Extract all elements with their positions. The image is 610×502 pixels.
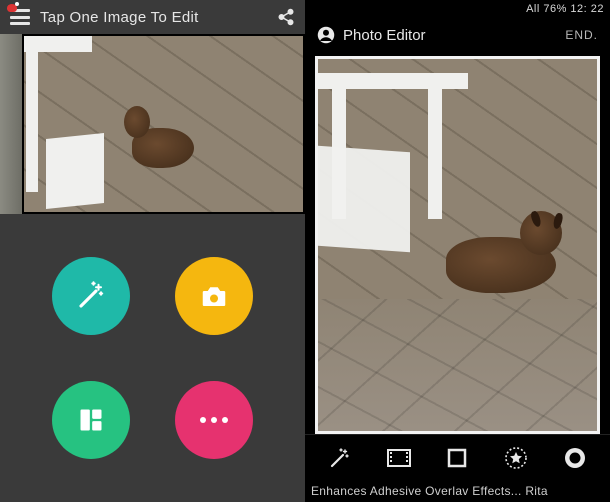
editor-title: Photo Editor bbox=[343, 27, 565, 44]
hamburger-menu-icon[interactable] bbox=[10, 9, 30, 25]
preview-area bbox=[305, 52, 610, 434]
collage-icon bbox=[77, 406, 105, 434]
more-dots-icon bbox=[200, 417, 228, 423]
tool-strip bbox=[305, 434, 610, 480]
share-icon[interactable] bbox=[277, 8, 295, 26]
crop-square-icon bbox=[446, 447, 468, 469]
thumbnail-strip bbox=[0, 34, 305, 214]
more-button[interactable] bbox=[175, 381, 253, 459]
action-grid bbox=[0, 214, 305, 502]
vignette-circle-icon bbox=[563, 446, 587, 470]
camera-button[interactable] bbox=[175, 257, 253, 335]
photo-editor-panel: All 76% 12: 22 Photo Editor END. bbox=[305, 0, 610, 502]
tool-magic-wand[interactable] bbox=[324, 442, 356, 474]
collage-button[interactable] bbox=[52, 381, 130, 459]
tool-crop[interactable] bbox=[441, 442, 473, 474]
camera-icon bbox=[199, 281, 229, 311]
image-picker-panel: Tap One Image To Edit bbox=[0, 0, 305, 502]
tool-filmstrip[interactable] bbox=[383, 442, 415, 474]
picker-header: Tap One Image To Edit bbox=[0, 0, 305, 34]
editor-header: Photo Editor END. bbox=[305, 18, 610, 52]
tool-caption: Enhances Adhesive Overlav Effects... Rit… bbox=[305, 480, 610, 502]
avatar-icon bbox=[317, 26, 335, 44]
magic-wand-icon bbox=[328, 446, 352, 470]
filmstrip-icon bbox=[386, 446, 412, 470]
thumbnail-image[interactable] bbox=[24, 36, 303, 212]
status-text: All 76% 12: 22 bbox=[526, 3, 604, 15]
status-bar: All 76% 12: 22 bbox=[305, 0, 610, 18]
caption-text: Enhances Adhesive Overlav Effects... Rit… bbox=[311, 484, 548, 498]
tool-star[interactable] bbox=[500, 442, 532, 474]
star-circle-icon bbox=[504, 446, 528, 470]
preview-image[interactable] bbox=[315, 56, 600, 434]
magic-button[interactable] bbox=[52, 257, 130, 335]
end-button[interactable]: END. bbox=[565, 28, 598, 42]
magic-wand-icon bbox=[76, 281, 106, 311]
picker-title: Tap One Image To Edit bbox=[40, 9, 277, 26]
thumbnail-prev-sliver[interactable] bbox=[0, 34, 22, 214]
tool-vignette[interactable] bbox=[559, 442, 591, 474]
